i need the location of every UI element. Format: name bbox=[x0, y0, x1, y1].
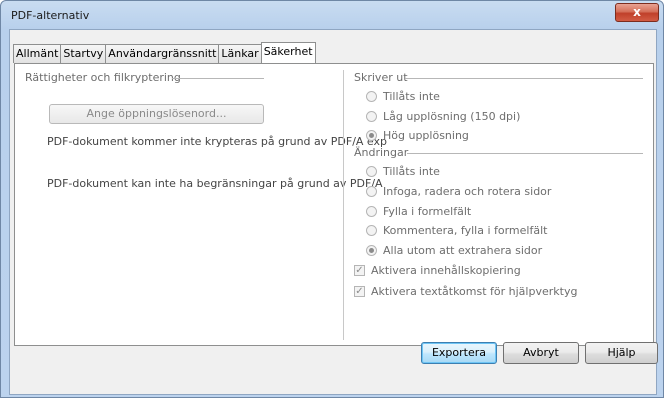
radio-selected-icon bbox=[366, 244, 377, 256]
radio-icon bbox=[366, 165, 377, 177]
encryption-info-text: PDF-dokument kommer inte krypteras på gr… bbox=[47, 135, 387, 148]
permissions-group-title: Rättigheter och filkryptering bbox=[25, 71, 181, 84]
print-option-low-res[interactable]: Låg upplösning (150 dpi) bbox=[366, 108, 520, 124]
dialog-body: Allmänt Startvy Användargränssnitt Länka… bbox=[9, 29, 657, 395]
tab-lankar[interactable]: Länkar bbox=[218, 44, 262, 63]
title-bar: PDF-alternativ x bbox=[1, 1, 663, 29]
column-divider bbox=[343, 70, 344, 340]
printing-group-rule bbox=[405, 78, 643, 79]
checkmark-icon: ✓ bbox=[354, 264, 365, 276]
radio-icon bbox=[366, 224, 377, 236]
enable-accessibility-checkbox[interactable]: ✓ Aktivera textåtkomst för hjälpverktyg bbox=[354, 283, 577, 299]
changes-option-fill-forms-label: Fylla i formelfält bbox=[383, 204, 472, 218]
tab-allmant[interactable]: Allmänt bbox=[13, 44, 62, 63]
dialog-window: PDF-alternativ x Allmänt Startvy Använda… bbox=[0, 0, 664, 398]
changes-group-title: Ändringar bbox=[354, 146, 409, 159]
changes-option-comment-fill[interactable]: Kommentera, fylla i formelfält bbox=[366, 222, 547, 238]
changes-option-all-except-extract-label: Alla utom att extrahera sidor bbox=[383, 243, 543, 257]
printing-group-title: Skriver ut bbox=[354, 71, 408, 84]
enable-content-copy-label: Aktivera innehållskopiering bbox=[371, 263, 521, 277]
radio-selected-icon bbox=[366, 129, 377, 141]
restrictions-info-text: PDF-dokument kan inte ha begränsningar p… bbox=[47, 177, 383, 190]
enable-content-copy-checkbox[interactable]: ✓ Aktivera innehållskopiering bbox=[354, 262, 521, 278]
changes-option-fill-forms[interactable]: Fylla i formelfält bbox=[366, 203, 471, 219]
set-open-password-button[interactable]: Ange öppningslösenord... bbox=[49, 104, 264, 124]
radio-icon bbox=[366, 205, 377, 217]
cancel-button[interactable]: Avbryt bbox=[503, 342, 579, 364]
print-option-not-allowed[interactable]: Tillåts inte bbox=[366, 88, 440, 104]
permissions-group-rule bbox=[172, 78, 264, 79]
changes-option-insert-delete-rotate[interactable]: Infoga, radera och rotera sidor bbox=[366, 183, 551, 199]
changes-option-not-allowed[interactable]: Tillåts inte bbox=[366, 163, 440, 179]
changes-option-all-except-extract[interactable]: Alla utom att extrahera sidor bbox=[366, 242, 542, 258]
tab-anvandargranssnitt[interactable]: Användargränssnitt bbox=[105, 44, 220, 63]
security-tab-page: Rättigheter och filkryptering Ange öppni… bbox=[14, 63, 654, 346]
changes-option-not-allowed-label: Tillåts inte bbox=[383, 164, 440, 178]
print-option-not-allowed-label: Tillåts inte bbox=[383, 89, 440, 103]
help-button[interactable]: Hjälp bbox=[585, 342, 658, 364]
changes-group-rule bbox=[407, 153, 643, 154]
close-button[interactable]: x bbox=[615, 3, 659, 22]
print-option-low-res-label: Låg upplösning (150 dpi) bbox=[383, 109, 521, 123]
print-option-high-res[interactable]: Hög upplösning bbox=[366, 127, 469, 143]
radio-icon bbox=[366, 110, 377, 122]
tab-bar: Allmänt Startvy Användargränssnitt Länka… bbox=[13, 42, 316, 63]
enable-accessibility-label: Aktivera textåtkomst för hjälpverktyg bbox=[371, 284, 578, 298]
window-title: PDF-alternativ bbox=[11, 9, 90, 22]
radio-icon bbox=[366, 90, 377, 102]
print-option-high-res-label: Hög upplösning bbox=[383, 128, 469, 142]
radio-icon bbox=[366, 185, 377, 197]
changes-option-insert-delete-rotate-label: Infoga, radera och rotera sidor bbox=[383, 184, 552, 198]
tab-startvy[interactable]: Startvy bbox=[60, 44, 107, 63]
tab-sakerhet[interactable]: Säkerhet bbox=[260, 42, 316, 63]
changes-option-comment-fill-label: Kommentera, fylla i formelfält bbox=[383, 223, 548, 237]
export-button[interactable]: Exportera bbox=[421, 342, 497, 364]
checkmark-icon: ✓ bbox=[354, 285, 365, 297]
